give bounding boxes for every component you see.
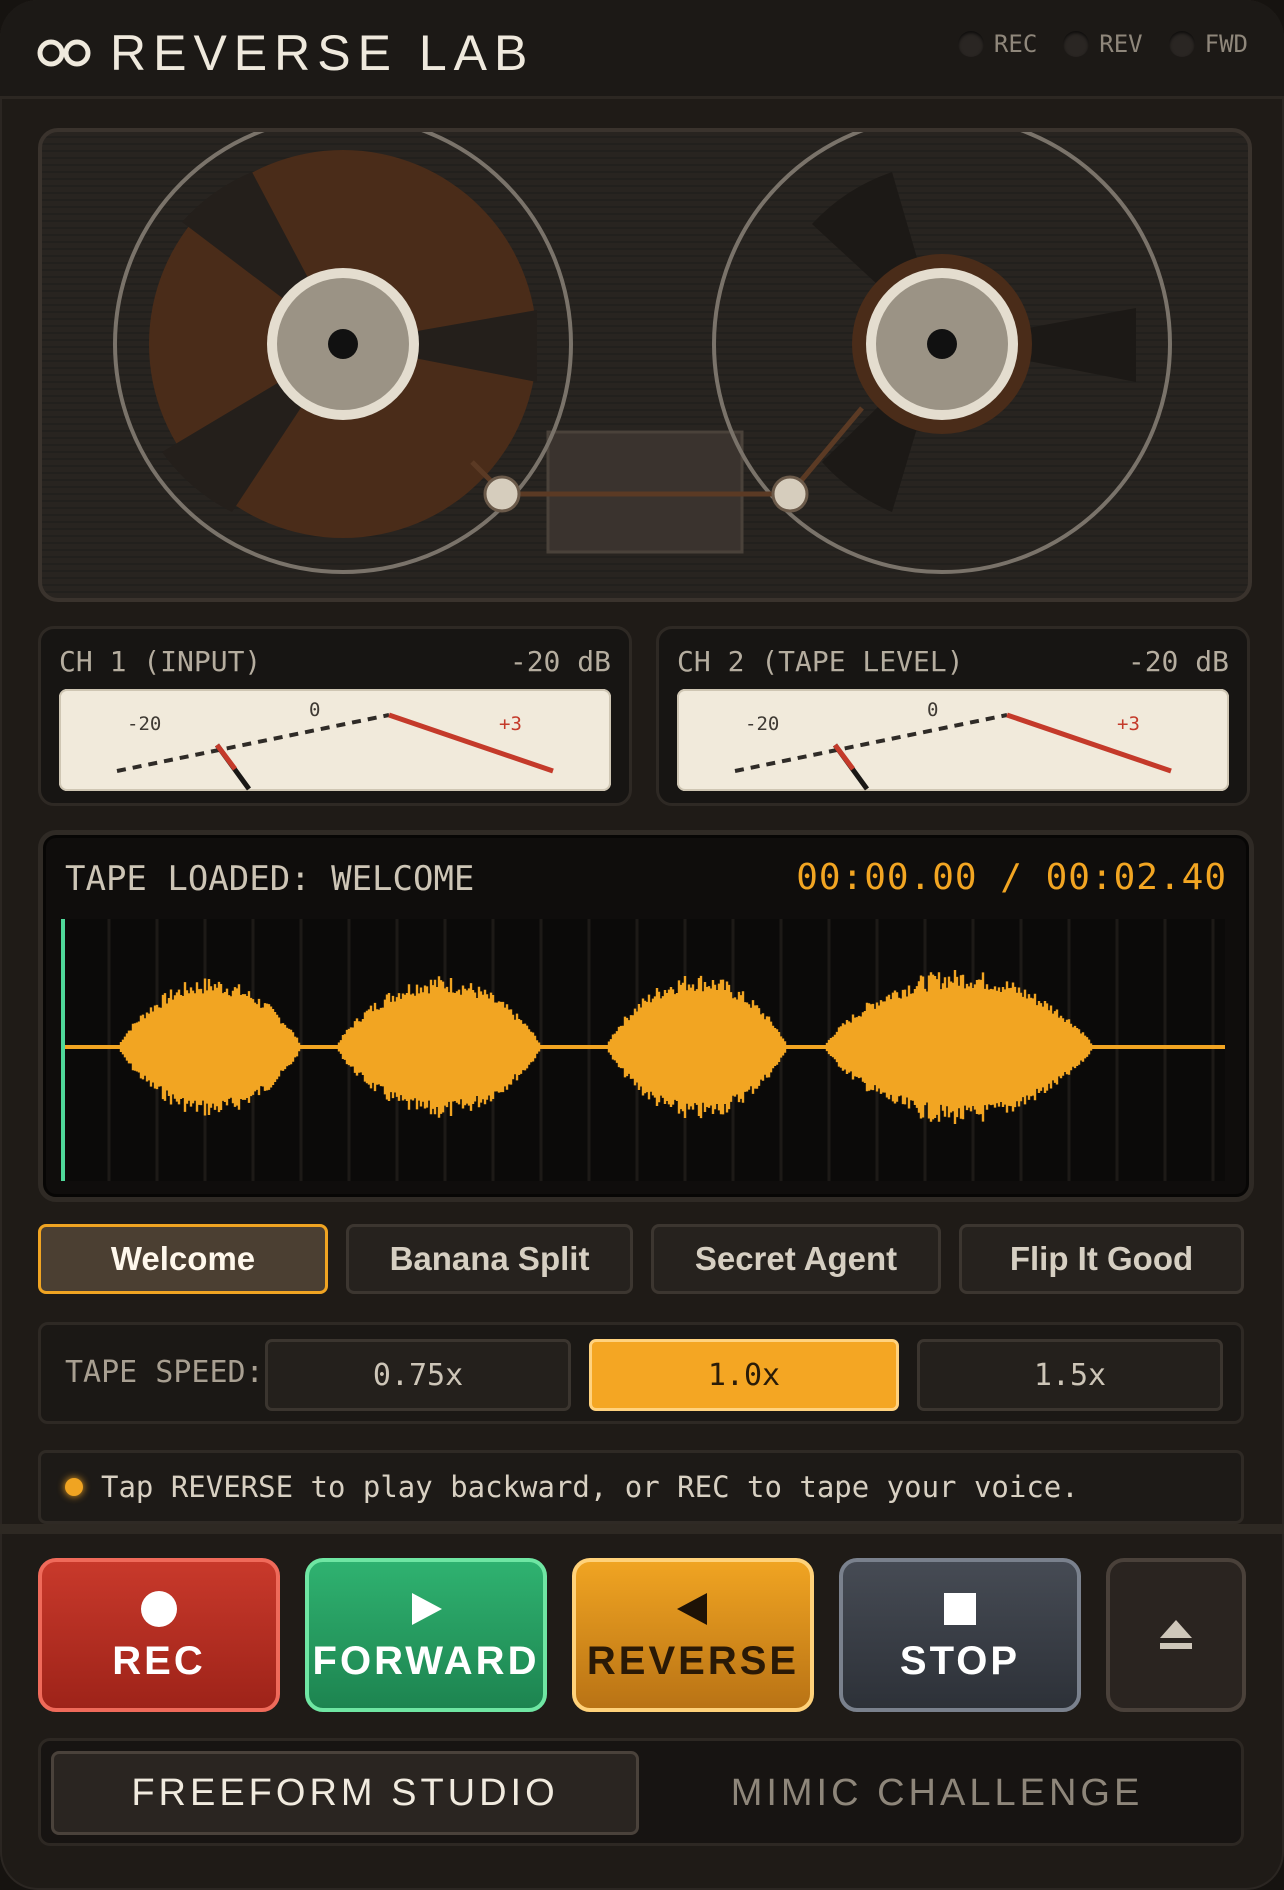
guide-roller-icon [771, 475, 809, 513]
speed-0-75x-button[interactable]: 0.75x [265, 1339, 571, 1411]
rec-label: REC [112, 1638, 206, 1683]
reel-deck [38, 128, 1252, 602]
tab-mimic-challenge[interactable]: MIMIC CHALLENGE [643, 1751, 1231, 1835]
tick-label: -20 [127, 713, 162, 735]
tape-welcome-button[interactable]: Welcome [38, 1224, 328, 1294]
led-icon [957, 31, 984, 57]
forward-button[interactable]: FORWARD [305, 1558, 547, 1712]
reverse-play-icon [675, 1587, 711, 1631]
eject-button[interactable] [1106, 1558, 1246, 1712]
meter-label: CH 1 (INPUT) [59, 645, 262, 678]
tick-label: +3 [1117, 713, 1140, 735]
hint-text: Tap REVERSE to play backward, or REC to … [101, 1470, 1079, 1504]
meter-scale [116, 712, 554, 791]
indicator-rev: REV [1063, 30, 1143, 58]
infinity-reel-icon [37, 39, 91, 67]
record-icon [139, 1587, 179, 1631]
tape-label: Flip It Good [1009, 1240, 1194, 1277]
eject-icon [1158, 1613, 1194, 1657]
tape-label: Banana Split [389, 1240, 590, 1277]
app-frame: REVERSE LAB REC REV FWD CH 1 (INPUT) -20… [0, 0, 1284, 1890]
status-indicators: REC REV FWD [957, 30, 1248, 58]
play-icon [408, 1587, 444, 1631]
indicator-label: REC [993, 30, 1038, 58]
waveform [61, 919, 1225, 1181]
tape-secret-agent-button[interactable]: Secret Agent [651, 1224, 941, 1294]
tab-label: MIMIC CHALLENGE [730, 1771, 1144, 1814]
led-icon [1063, 31, 1090, 57]
reverse-label: REVERSE [586, 1638, 800, 1683]
tape-speed-label: TAPE SPEED: [65, 1355, 264, 1390]
tape-loaded-label: TAPE LOADED: WELCOME [65, 859, 475, 899]
speed-option-label: 1.0x [707, 1357, 781, 1393]
hint-bar: Tap REVERSE to play backward, or REC to … [38, 1450, 1244, 1524]
hint-dot-icon [65, 1478, 83, 1496]
waveform-scrubber[interactable] [61, 919, 1225, 1181]
speed-1-0x-button[interactable]: 1.0x [589, 1339, 899, 1411]
reverse-button[interactable]: REVERSE [572, 1558, 814, 1712]
indicator-label: FWD [1204, 30, 1248, 58]
meter-scale [734, 712, 1172, 791]
meter-level: -20 dB [509, 645, 611, 678]
tick-label: +3 [499, 713, 522, 735]
forward-label: FORWARD [312, 1638, 540, 1683]
mode-switcher: FREEFORM STUDIO MIMIC CHALLENGE [38, 1738, 1244, 1846]
reel-deck-art [113, 132, 1172, 574]
tape-speed-bar: TAPE SPEED: 0.75x 1.0x 1.5x [38, 1322, 1244, 1424]
tick-label: 0 [309, 699, 321, 721]
indicator-rec: REC [957, 30, 1038, 58]
led-icon [1168, 31, 1195, 57]
meter-label: CH 2 (TAPE LEVEL) [677, 645, 964, 678]
speed-1-5x-button[interactable]: 1.5x [917, 1339, 1223, 1411]
speed-option-label: 1.5x [1033, 1357, 1107, 1393]
tape-label: Secret Agent [694, 1240, 898, 1277]
meter-face: -20 0 +3 [677, 689, 1229, 791]
stop-icon [943, 1587, 977, 1631]
indicator-label: REV [1099, 30, 1143, 58]
tab-label: FREEFORM STUDIO [131, 1771, 559, 1814]
vu-meter-ch2: CH 2 (TAPE LEVEL) -20 dB -20 0 +3 [656, 626, 1250, 806]
tape-flip-it-good-button[interactable]: Flip It Good [959, 1224, 1244, 1294]
stop-label: STOP [899, 1638, 1021, 1683]
tick-label: 0 [927, 699, 939, 721]
rec-button[interactable]: REC [38, 1558, 280, 1712]
tab-freeform-studio[interactable]: FREEFORM STUDIO [51, 1751, 639, 1835]
speed-option-label: 0.75x [372, 1357, 464, 1393]
vu-meter-ch1: CH 1 (INPUT) -20 dB -20 0 +3 [38, 626, 632, 806]
logo: REVERSE LAB [36, 24, 534, 82]
guide-roller-icon [483, 475, 521, 513]
tick-label: -20 [745, 713, 780, 735]
timecode: 00:00.00 / 00:02.40 [796, 857, 1227, 898]
tape-label: Welcome [110, 1240, 256, 1277]
app-title: REVERSE LAB [110, 25, 535, 81]
tape-banana-split-button[interactable]: Banana Split [346, 1224, 633, 1294]
stop-button[interactable]: STOP [839, 1558, 1081, 1712]
tape-display: TAPE LOADED: WELCOME 00:00.00 / 00:02.40 [38, 830, 1254, 1202]
meter-face: -20 0 +3 [59, 689, 611, 791]
divider [0, 1524, 1284, 1534]
app-header: REVERSE LAB REC REV FWD [0, 0, 1284, 99]
indicator-fwd: FWD [1168, 30, 1248, 58]
meter-level: -20 dB [1127, 645, 1229, 678]
